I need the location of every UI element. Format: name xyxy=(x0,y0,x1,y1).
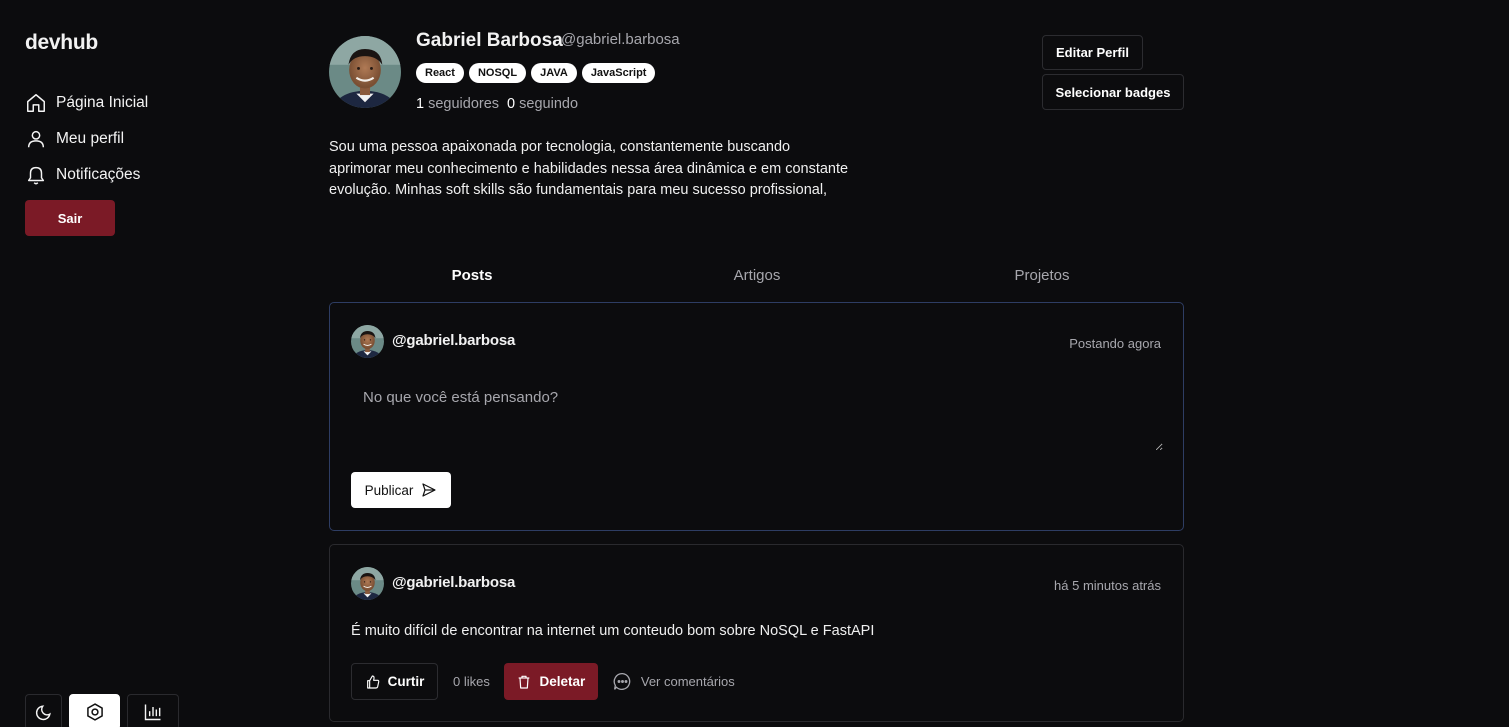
badge: JAVA xyxy=(531,63,577,83)
profile-name: Gabriel Barbosa xyxy=(416,30,563,51)
moon-icon xyxy=(35,705,51,721)
avatar xyxy=(351,567,384,600)
sidebar: devhub Página Inicial Meu perfil Notific… xyxy=(0,0,300,727)
sidebar-item-notifications[interactable]: Notificações xyxy=(25,160,140,190)
view-comments-link[interactable]: Ver comentários xyxy=(612,671,735,692)
home-icon xyxy=(27,94,45,112)
sidebar-item-label: Notificações xyxy=(56,166,141,183)
followers-count: 1 xyxy=(416,96,425,112)
post-actions: Curtir 0 likes Deletar Ver comentários xyxy=(351,663,735,700)
publish-button[interactable]: Publicar xyxy=(351,472,451,508)
edit-profile-button[interactable]: Editar Perfil xyxy=(1042,35,1143,70)
sidebar-item-profile[interactable]: Meu perfil xyxy=(25,124,124,154)
delete-button[interactable]: Deletar xyxy=(503,663,598,700)
tab-articles[interactable]: Artigos xyxy=(734,267,781,284)
theme-toggle-button[interactable] xyxy=(25,694,62,727)
likes-count: 0 likes xyxy=(453,674,490,689)
comment-icon xyxy=(613,672,631,690)
badge: NOSQL xyxy=(468,63,527,83)
bell-icon xyxy=(27,166,45,185)
profile-badges: React NOSQL JAVA JavaScript xyxy=(416,63,656,83)
publish-label: Publicar xyxy=(364,482,414,498)
composer-username[interactable]: @gabriel.barbosa xyxy=(392,332,515,349)
badge: React xyxy=(416,63,464,83)
like-button[interactable]: Curtir xyxy=(351,663,438,700)
followers-label: seguidores xyxy=(428,96,500,112)
app-logo[interactable]: devhub xyxy=(25,31,98,55)
following-link[interactable]: 0 seguindo xyxy=(507,96,578,112)
following-count: 0 xyxy=(507,96,516,112)
profile-avatar xyxy=(329,36,401,108)
logout-button[interactable]: Sair xyxy=(25,200,115,236)
like-label: Curtir xyxy=(387,674,425,689)
post-card: @gabriel.barbosa há 5 minutos atrás É mu… xyxy=(329,544,1184,722)
bottom-dock xyxy=(25,694,179,727)
thumbs-up-icon xyxy=(366,674,379,689)
sidebar-item-label: Meu perfil xyxy=(56,130,125,147)
follow-stats: 1 seguidores 0 seguindo xyxy=(416,96,578,112)
hexagon-icon xyxy=(86,703,103,721)
delete-label: Deletar xyxy=(539,674,586,689)
followers-link[interactable]: 1 seguidores xyxy=(416,96,499,112)
send-icon xyxy=(422,483,436,497)
select-badges-button[interactable]: Selecionar badges xyxy=(1042,74,1184,110)
profile-handle: @gabriel.barbosa xyxy=(561,31,680,48)
post-composer: @gabriel.barbosa Postando agora Publicar xyxy=(329,302,1184,531)
settings-dock-button[interactable] xyxy=(69,694,120,727)
tab-posts[interactable]: Posts xyxy=(452,267,493,284)
stats-dock-button[interactable] xyxy=(127,694,179,727)
avatar xyxy=(351,325,384,358)
post-username[interactable]: @gabriel.barbosa xyxy=(392,574,515,591)
sidebar-item-label: Página Inicial xyxy=(56,94,149,111)
bar-chart-icon xyxy=(144,704,161,721)
view-comments-label: Ver comentários xyxy=(640,674,735,689)
composer-status: Postando agora xyxy=(1069,336,1161,351)
post-timestamp: há 5 minutos atrás xyxy=(1054,578,1161,593)
following-label: seguindo xyxy=(519,96,579,112)
user-icon xyxy=(27,130,45,148)
badge: JavaScript xyxy=(581,63,656,83)
tab-projects[interactable]: Projetos xyxy=(1014,267,1069,284)
profile-bio: Sou uma pessoa apaixonada por tecnologia… xyxy=(329,139,849,198)
trash-icon xyxy=(519,675,530,689)
post-content: É muito difícil de encontrar na internet… xyxy=(351,623,875,639)
sidebar-item-home[interactable]: Página Inicial xyxy=(25,88,148,118)
profile-tabs: Posts Artigos Projetos xyxy=(329,262,1184,292)
post-textarea[interactable] xyxy=(351,379,1163,451)
